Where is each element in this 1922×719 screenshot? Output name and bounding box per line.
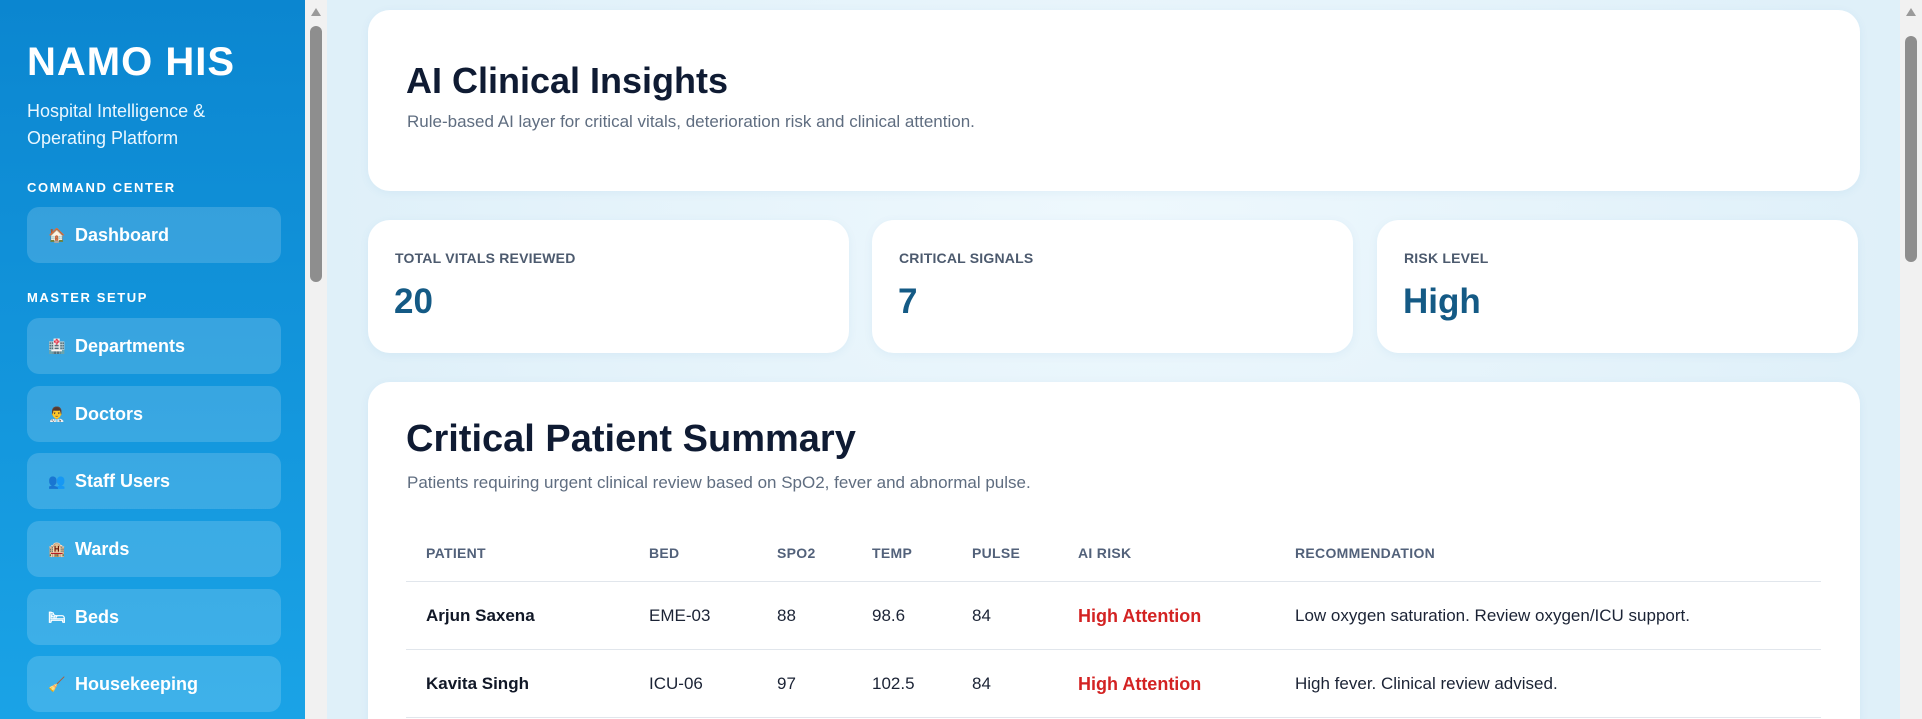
recommendation-cell: High fever. Clinical review advised. xyxy=(1295,674,1558,693)
sidebar: NAMO HIS Hospital Intelligence & Operati… xyxy=(0,0,305,719)
patient-table: PATIENT BED SPO2 TEMP PULSE AI RISK RECO… xyxy=(406,522,1821,718)
patient-name: Kavita Singh xyxy=(426,674,529,693)
patient-name: Arjun Saxena xyxy=(426,606,535,625)
broom-icon: 🧹 xyxy=(48,676,66,692)
sidebar-item-staff-users[interactable]: 👥 Staff Users xyxy=(27,453,281,509)
recommendation-cell: Low oxygen saturation. Review oxygen/ICU… xyxy=(1295,606,1690,625)
sidebar-item-beds[interactable]: 🛏 Beds xyxy=(27,589,281,645)
ai-risk-badge: High Attention xyxy=(1078,606,1202,626)
sidebar-item-dashboard[interactable]: 🏠 Dashboard xyxy=(27,207,281,263)
pulse-cell: 84 xyxy=(972,674,991,693)
ward-icon: 🏨 xyxy=(48,541,66,557)
section-label-master-setup: MASTER SETUP xyxy=(27,290,149,305)
critical-patient-summary-card: Critical Patient Summary Patients requir… xyxy=(368,382,1860,719)
sidebar-item-wards[interactable]: 🏨 Wards xyxy=(27,521,281,577)
column-header-bed[interactable]: BED xyxy=(649,545,679,561)
temp-cell: 102.5 xyxy=(872,674,915,693)
doctor-icon: 👨‍⚕️ xyxy=(48,406,66,422)
stat-card-total-vitals: TOTAL VITALS REVIEWED 20 xyxy=(368,220,849,353)
sidebar-item-label: Housekeeping xyxy=(75,673,199,694)
column-header-spo2[interactable]: SPO2 xyxy=(777,545,816,561)
bed-cell: ICU-06 xyxy=(649,674,703,693)
column-header-ai-risk[interactable]: AI RISK xyxy=(1078,545,1131,561)
pulse-cell: 84 xyxy=(972,606,991,625)
page-subtitle: Rule-based AI layer for critical vitals,… xyxy=(407,112,975,131)
stat-card-risk-level: RISK LEVEL High xyxy=(1377,220,1858,353)
scroll-up-arrow-icon[interactable] xyxy=(1906,8,1916,16)
sidebar-item-housekeeping[interactable]: 🧹 Housekeeping xyxy=(27,656,281,712)
bed-icon: 🛏 xyxy=(48,609,66,625)
scroll-up-arrow-icon[interactable] xyxy=(311,8,321,16)
ai-risk-badge: High Attention xyxy=(1078,674,1202,694)
stat-value: 20 xyxy=(394,282,433,321)
sidebar-item-label: Beds xyxy=(75,606,120,627)
stat-value: High xyxy=(1403,282,1481,321)
stat-label: RISK LEVEL xyxy=(1404,250,1489,266)
column-header-recommendation[interactable]: RECOMMENDATION xyxy=(1295,545,1435,561)
column-header-pulse[interactable]: PULSE xyxy=(972,545,1020,561)
column-header-temp[interactable]: TEMP xyxy=(872,545,912,561)
table-row[interactable]: Arjun Saxena EME-03 88 98.6 84 High Atte… xyxy=(406,582,1821,650)
temp-cell: 98.6 xyxy=(872,606,906,625)
sidebar-item-label: Doctors xyxy=(75,403,144,424)
sidebar-item-label: Dashboard xyxy=(75,224,170,245)
brand-tagline: Hospital Intelligence & Operating Platfo… xyxy=(27,101,206,148)
section-label-command-center: COMMAND CENTER xyxy=(27,180,176,195)
home-icon: 🏠 xyxy=(48,227,66,243)
page-header-card: AI Clinical Insights Rule-based AI layer… xyxy=(368,10,1860,191)
stat-label: TOTAL VITALS REVIEWED xyxy=(395,250,576,266)
main-content: AI Clinical Insights Rule-based AI layer… xyxy=(327,0,1900,719)
brand-logo-text: NAMO HIS xyxy=(27,40,235,84)
sidebar-item-doctors[interactable]: 👨‍⚕️ Doctors xyxy=(27,386,281,442)
page-title: AI Clinical Insights xyxy=(406,60,729,101)
sidebar-item-label: Wards xyxy=(75,538,130,559)
sidebar-scrollbar-thumb[interactable] xyxy=(310,26,322,282)
stat-value: 7 xyxy=(898,282,918,321)
spo2-cell: 97 xyxy=(777,674,796,693)
spo2-cell: 88 xyxy=(777,606,796,625)
sidebar-item-label: Staff Users xyxy=(75,470,171,491)
table-header: PATIENT BED SPO2 TEMP PULSE AI RISK RECO… xyxy=(406,522,1821,582)
column-header-patient[interactable]: PATIENT xyxy=(426,545,486,561)
department-icon: 🏥 xyxy=(48,338,66,354)
bed-cell: EME-03 xyxy=(649,606,711,625)
sidebar-item-departments[interactable]: 🏥 Departments xyxy=(27,318,281,374)
stat-card-critical-signals: CRITICAL SIGNALS 7 xyxy=(872,220,1353,353)
table-row[interactable]: Kavita Singh ICU-06 97 102.5 84 High Att… xyxy=(406,650,1821,718)
section-subtitle: Patients requiring urgent clinical revie… xyxy=(407,473,1031,492)
app-window: NAMO HIS Hospital Intelligence & Operati… xyxy=(0,0,1922,719)
stat-label: CRITICAL SIGNALS xyxy=(899,250,1034,266)
sidebar-item-label: Departments xyxy=(75,335,186,356)
users-icon: 👥 xyxy=(48,473,66,489)
section-title: Critical Patient Summary xyxy=(406,418,856,460)
page-scrollbar-thumb[interactable] xyxy=(1905,36,1917,262)
